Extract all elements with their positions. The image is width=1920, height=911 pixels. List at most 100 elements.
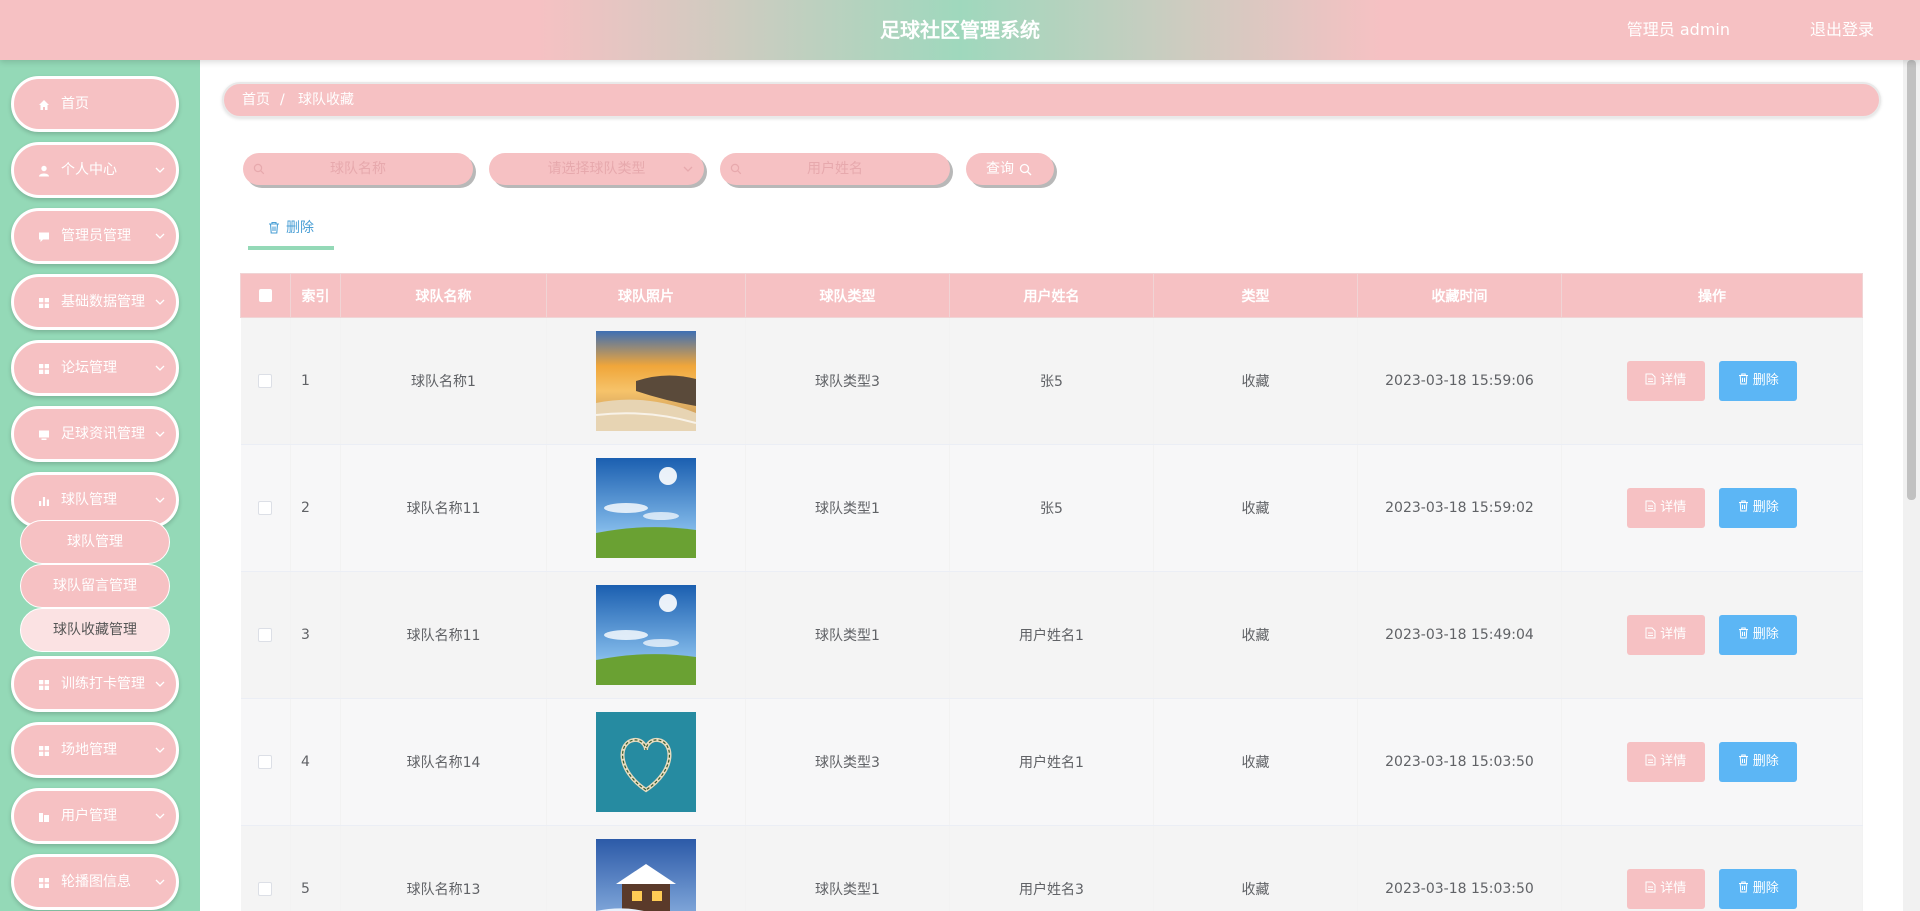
trash-icon [1738,500,1748,512]
sidebar-item-venue[interactable]: 场地管理 [11,722,179,778]
team-photo-sky-meadow[interactable] [596,458,696,558]
sidebar-item-admin-management[interactable]: 管理员管理 [11,208,179,264]
row-team-name: 球队名称11 [340,571,547,699]
sidebar-item-label: 管理员管理 [61,228,131,244]
sidebar-item-forum[interactable]: 论坛管理 [11,340,179,396]
column-header-team-type: 球队类型 [745,273,950,318]
row-team-name: 球队名称11 [340,444,547,572]
row-user-name: 用户姓名1 [949,698,1154,826]
row-team-name: 球队名称13 [340,825,547,911]
row-user-name: 张5 [949,317,1154,445]
sidebar-item-basic-data[interactable]: 基础数据管理 [11,274,179,330]
document-icon [1645,627,1656,639]
table-row: 1 球队名称1 球队类型3 张5 收藏 2023-03-18 15:59:06 … [240,317,1863,445]
row-type: 收藏 [1153,698,1358,826]
scrollbar-thumb[interactable] [1907,60,1916,500]
submenu-item-team-favorite[interactable]: 球队收藏管理 [20,608,170,652]
submenu-item-team[interactable]: 球队管理 [20,520,170,564]
column-header-type: 类型 [1153,273,1358,318]
team-photo-snow-cabin[interactable] [596,839,696,911]
user-name-input[interactable] [720,153,950,185]
detail-label: 详情 [1660,754,1687,769]
delete-label: 删除 [1752,500,1779,515]
delete-label: 删除 [1752,373,1779,388]
chevron-down-icon [155,365,165,371]
sidebar-item-user-management[interactable]: 用户管理 [11,788,179,844]
top-header: 足球社区管理系统 管理员 admin 退出登录 [0,0,1920,60]
row-index: 1 [290,317,341,445]
sidebar-item-home[interactable]: 首页 [11,76,179,132]
row-type: 收藏 [1153,571,1358,699]
trash-icon [1738,754,1748,766]
row-team-name: 球队名称14 [340,698,547,826]
delete-label: 删除 [1752,881,1779,896]
table-row: 5 球队名称13 球队类型1 用户姓名3 收藏 2023-03-18 15:03… [240,825,1863,911]
row-collect-time: 2023-03-18 15:49:04 [1357,571,1562,699]
team-name-input[interactable] [243,153,473,185]
detail-label: 详情 [1660,373,1687,388]
row-user-name: 用户姓名1 [949,571,1154,699]
detail-button[interactable]: 详情 [1626,742,1705,782]
row-index: 2 [290,444,341,572]
sidebar-item-training-checkin[interactable]: 训练打卡管理 [11,656,179,712]
table-row: 3 球队名称11 球队类型1 用户姓名1 收藏 2023-03-18 15:49… [240,571,1863,699]
logout-link[interactable]: 退出登录 [1810,0,1874,60]
column-header-team-name: 球队名称 [340,273,547,318]
row-checkbox[interactable] [258,374,273,388]
breadcrumb: 首页 / 球队收藏 [222,82,1881,118]
delete-button[interactable]: 删除 [1719,615,1798,655]
batch-delete-label: 删除 [286,220,314,236]
column-header-index: 索引 [290,273,341,318]
query-button-label: 查询 [986,161,1014,177]
team-photo-sunset-beach[interactable] [596,331,696,431]
sidebar-item-carousel[interactable]: 轮播图信息 [11,854,179,910]
page-scrollbar[interactable] [1903,60,1920,911]
breadcrumb-current: 球队收藏 [298,92,354,108]
team-name-search-field [243,153,473,185]
row-team-type: 球队类型3 [745,698,950,826]
delete-button[interactable]: 删除 [1719,742,1798,782]
delete-button[interactable]: 删除 [1719,488,1798,528]
row-actions: 详情 删除 [1561,317,1863,445]
sidebar-item-label: 个人中心 [61,162,117,178]
delete-button[interactable]: 删除 [1719,869,1798,909]
sidebar-item-personal-center[interactable]: 个人中心 [11,142,179,198]
table-row: 4 球队名称14 球队类型3 用户姓名1 收藏 2023-03-18 15:03… [240,698,1863,826]
building-icon [39,813,49,822]
breadcrumb-home-link[interactable]: 首页 [242,84,270,116]
column-header-user-name: 用户姓名 [949,273,1154,318]
row-team-name: 球队名称1 [340,317,547,445]
chat-icon [39,232,49,242]
detail-button[interactable]: 详情 [1626,869,1705,909]
detail-button[interactable]: 详情 [1626,361,1705,401]
user-icon [39,165,49,177]
submenu-item-team-message[interactable]: 球队留言管理 [20,564,170,608]
sidebar-item-football-news[interactable]: 足球资讯管理 [11,406,179,462]
row-checkbox[interactable] [258,628,273,642]
trash-icon [269,221,279,234]
detail-button[interactable]: 详情 [1626,488,1705,528]
detail-button[interactable]: 详情 [1626,615,1705,655]
detail-label: 详情 [1660,881,1687,896]
row-type: 收藏 [1153,825,1358,911]
trash-icon [1738,627,1748,639]
team-photo-heart-island[interactable] [596,712,696,812]
batch-delete-button[interactable]: 删除 [248,212,334,250]
row-team-type: 球队类型1 [745,825,950,911]
favorites-table: 索引 球队名称 球队照片 球队类型 用户姓名 类型 收藏时间 操作 1 球队名称… [240,273,1863,911]
home-icon [39,100,49,110]
row-collect-time: 2023-03-18 15:03:50 [1357,825,1562,911]
row-checkbox[interactable] [258,755,273,769]
team-type-select-field [489,153,704,185]
document-icon [1645,500,1656,512]
row-index: 5 [290,825,341,911]
row-collect-time: 2023-03-18 15:59:02 [1357,444,1562,572]
row-checkbox[interactable] [258,501,273,515]
team-photo-sky-meadow[interactable] [596,585,696,685]
team-type-select[interactable] [489,153,704,185]
row-checkbox[interactable] [258,882,273,896]
sidebar-item-label: 轮播图信息 [61,874,131,890]
delete-button[interactable]: 删除 [1719,361,1798,401]
query-button[interactable]: 查询 [966,153,1054,185]
select-all-checkbox[interactable] [259,289,272,302]
